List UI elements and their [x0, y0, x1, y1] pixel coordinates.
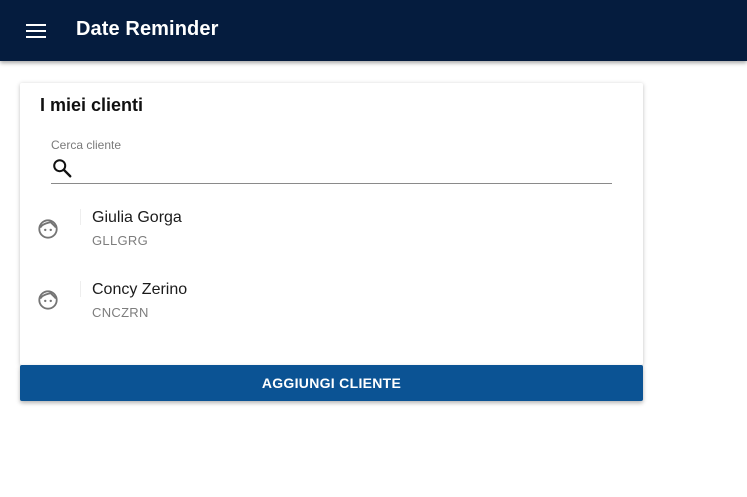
card-title: I miei clienti: [40, 95, 144, 115]
add-client-button[interactable]: AGGIUNGI CLIENTE: [20, 365, 643, 401]
client-list-item[interactable]: Concy Zerino CNCZRN: [20, 269, 643, 333]
menu-icon: [26, 24, 46, 38]
search-underline: [51, 183, 612, 184]
menu-button[interactable]: [22, 17, 50, 45]
item-divider: [80, 281, 81, 297]
client-list-item[interactable]: Giulia Gorga GLLGRG: [20, 197, 643, 261]
search-icon: [53, 159, 72, 178]
client-name: Giulia Gorga: [92, 209, 182, 226]
client-name: Concy Zerino: [92, 281, 188, 298]
clients-card: I miei clienti Cerca cliente Giulia Gorg…: [20, 83, 643, 365]
app-title: Date Reminder: [76, 18, 219, 40]
app-bar: Date Reminder: [0, 0, 747, 61]
client-code: CNCZRN: [92, 305, 149, 320]
search-input[interactable]: [81, 154, 614, 184]
item-divider: [80, 209, 81, 225]
face-icon: [38, 219, 58, 239]
search-label: Cerca cliente: [51, 138, 122, 152]
search-field: Cerca cliente: [51, 138, 614, 185]
face-icon: [38, 290, 58, 310]
client-code: GLLGRG: [92, 233, 148, 248]
